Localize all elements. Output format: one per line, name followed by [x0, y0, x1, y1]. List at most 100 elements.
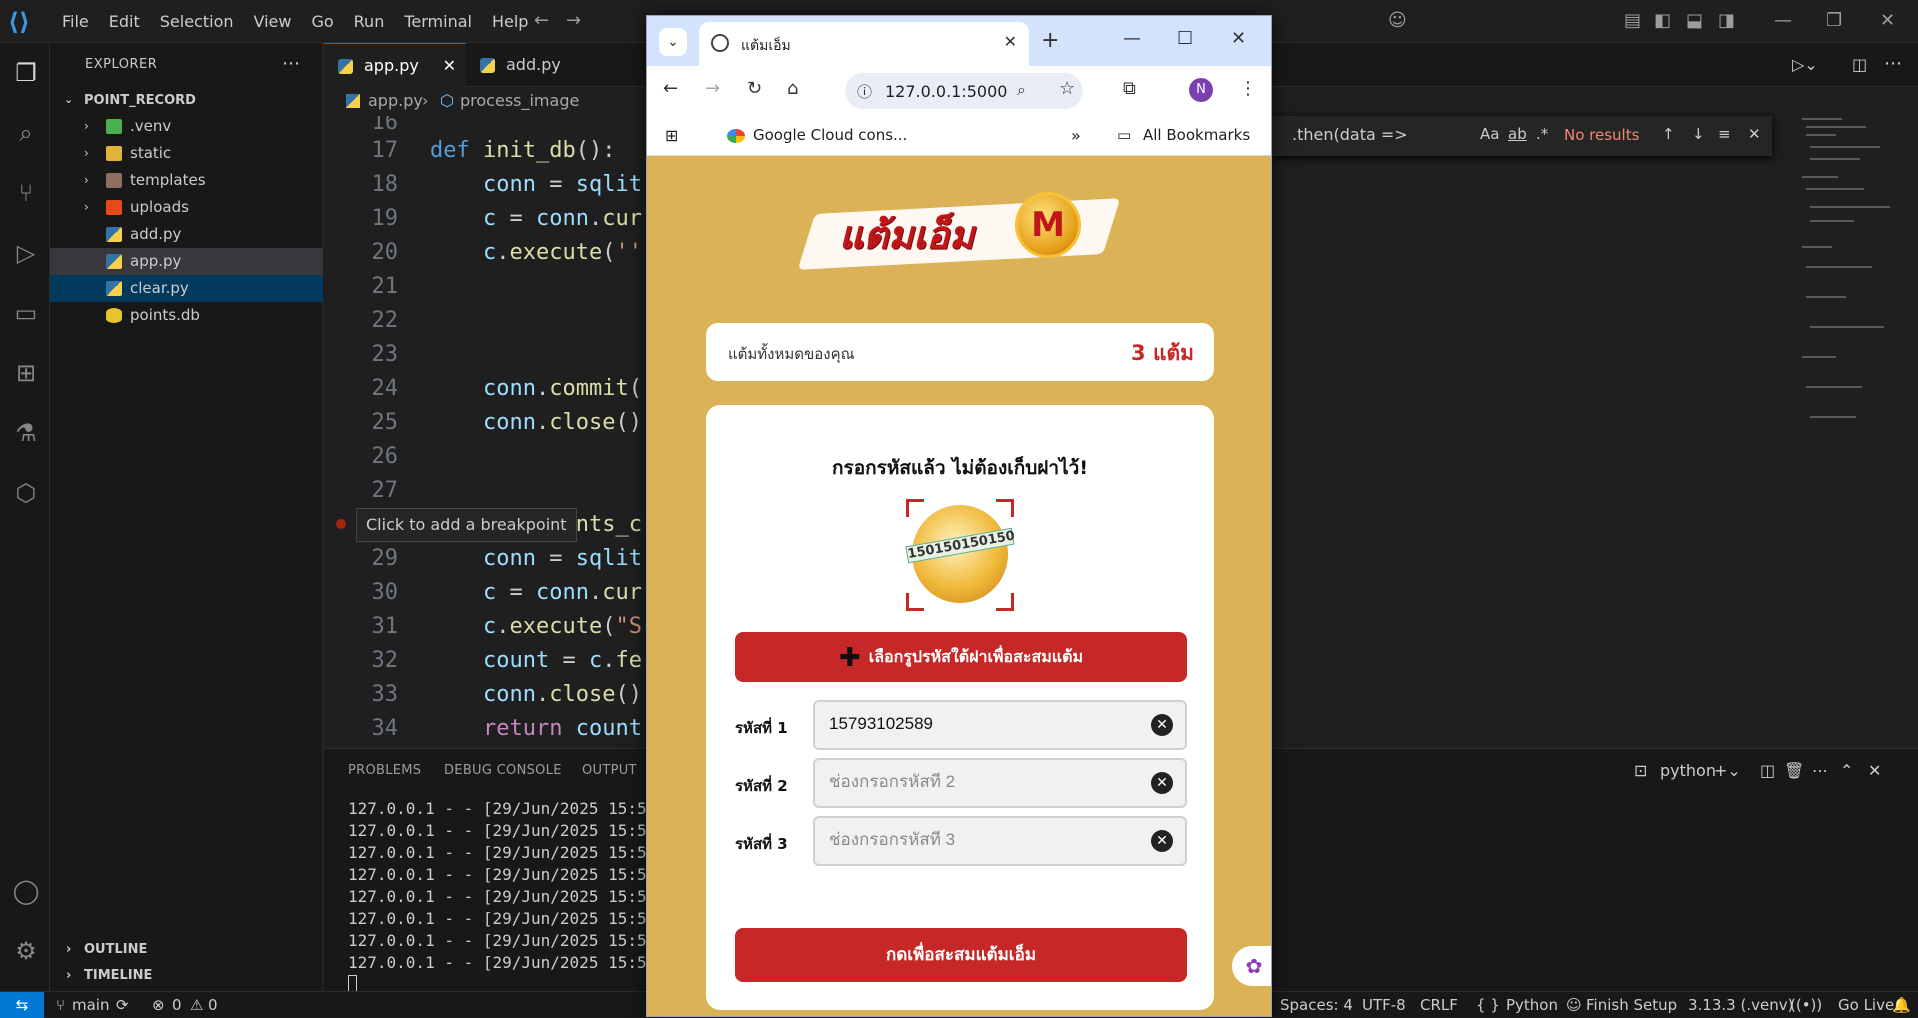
extensions-icon[interactable]: ⊞ [12, 359, 40, 387]
zoom-icon[interactable]: ⌕ [1017, 80, 1026, 100]
run-file-icon[interactable]: ▷⌄ [1792, 55, 1818, 74]
tree-item-uploads[interactable]: › uploads [50, 194, 323, 221]
breadcrumb-file[interactable]: app.py [368, 88, 423, 114]
accounts-icon[interactable]: ◯ [12, 877, 40, 905]
minimap[interactable] [1798, 116, 1898, 436]
code-2-input[interactable] [829, 772, 1139, 792]
sync-icon[interactable]: ⟳ [116, 992, 129, 1018]
encoding-status[interactable]: UTF-8 [1362, 992, 1406, 1018]
menu-go[interactable]: Go [301, 12, 343, 31]
tree-item-templates[interactable]: › templates [50, 167, 323, 194]
timeline-section[interactable]: › TIMELINE [50, 963, 323, 989]
menu-help[interactable]: Help [482, 12, 538, 31]
tree-item-clear-py[interactable]: clear.py [50, 275, 323, 302]
tree-item-app-py[interactable]: app.py [50, 248, 323, 275]
back-icon[interactable]: ← [663, 78, 678, 99]
language-status[interactable]: Python [1506, 992, 1558, 1018]
close-find-icon[interactable]: ✕ [1748, 125, 1761, 143]
explorer-icon[interactable]: ❐ [12, 59, 40, 87]
menu-edit[interactable]: Edit [99, 12, 150, 31]
source-control-icon[interactable]: ⑂ [12, 179, 40, 207]
breadcrumb-symbol[interactable]: process_image [460, 88, 579, 114]
root-folder[interactable]: ⌄ POINT_RECORD [50, 89, 323, 113]
copilot-icon[interactable]: ☺ [1388, 10, 1407, 31]
tree-item-points-db[interactable]: points.db [50, 302, 323, 329]
apps-grid-icon[interactable]: ⊞ [665, 126, 678, 145]
split-editor-icon[interactable]: ◫ [1852, 55, 1867, 74]
interpreter-status[interactable]: 3.13.3 (.venv) [1688, 992, 1793, 1018]
tab-add-py[interactable]: add.py [466, 43, 616, 87]
browser-tab-active[interactable]: แต้มเอ็ม ✕ [699, 22, 1029, 66]
browser-menu-icon[interactable]: ⋮ [1239, 78, 1257, 99]
menu-file[interactable]: File [52, 12, 99, 31]
clear-code-2-icon[interactable]: ✕ [1151, 772, 1173, 794]
menu-terminal[interactable]: Terminal [394, 12, 482, 31]
extensions-icon[interactable]: ⧉ [1123, 78, 1136, 99]
find-input[interactable]: .then(data => [1292, 125, 1408, 144]
maximize-icon[interactable]: ☐ [1177, 28, 1193, 49]
notifications-bell-icon[interactable]: 🔔 [1892, 992, 1911, 1018]
split-terminal-icon[interactable]: ◫ [1760, 761, 1775, 780]
close-window-icon[interactable]: ✕ [1880, 10, 1895, 31]
regex-toggle[interactable]: .* [1536, 125, 1548, 143]
close-window-icon[interactable]: ✕ [1231, 28, 1246, 49]
outline-section[interactable]: › OUTLINE [50, 937, 323, 963]
branch-name[interactable]: main [72, 992, 109, 1018]
menu-run[interactable]: Run [344, 12, 395, 31]
tree-item-static[interactable]: › static [50, 140, 323, 167]
next-match-icon[interactable]: ↓ [1692, 125, 1705, 143]
forward-arrow-icon[interactable]: → [566, 10, 581, 31]
close-panel-icon[interactable]: ✕ [1868, 761, 1881, 780]
menu-view[interactable]: View [244, 12, 302, 31]
indentation-status[interactable]: Spaces: 4 [1280, 992, 1353, 1018]
layout-icon[interactable]: ▤ [1624, 10, 1641, 31]
toggle-sidebar-icon[interactable]: ◧ [1654, 10, 1671, 31]
new-terminal-icon[interactable]: +⌄ [1714, 761, 1741, 780]
tab-app-py[interactable]: app.py ✕ [324, 43, 466, 87]
breakpoint-hint-icon[interactable] [336, 519, 346, 529]
match-case-toggle[interactable]: Aa [1480, 125, 1499, 143]
submit-points-button[interactable]: กดเพื่อสะสมแต้มเอ็ม [735, 928, 1187, 982]
code-3-input[interactable] [829, 830, 1139, 850]
finish-setup-status[interactable]: Finish Setup [1586, 992, 1677, 1018]
reload-icon[interactable]: ↻ [747, 78, 762, 99]
search-icon[interactable]: ⌕ [12, 119, 40, 147]
forward-icon[interactable]: → [705, 78, 720, 99]
testing-icon[interactable]: ⚗ [12, 419, 40, 447]
clear-code-1-icon[interactable]: ✕ [1151, 714, 1173, 736]
eol-status[interactable]: CRLF [1420, 992, 1458, 1018]
run-debug-icon[interactable]: ▷ [12, 239, 40, 267]
toggle-secondary-sidebar-icon[interactable]: ◨ [1718, 10, 1735, 31]
tree-item-add-py[interactable]: add.py [50, 221, 323, 248]
warning-count[interactable]: 0 [208, 992, 218, 1018]
go-live-status[interactable]: Go Live [1838, 992, 1894, 1018]
find-in-selection-icon[interactable]: ≡ [1718, 125, 1731, 143]
remote-explorer-icon[interactable]: ▭ [12, 299, 40, 327]
toggle-panel-icon[interactable]: ⬓ [1686, 10, 1703, 31]
kill-terminal-icon[interactable]: 🗑 [1784, 761, 1804, 780]
menu-selection[interactable]: Selection [150, 12, 244, 31]
maximize-panel-icon[interactable]: ⌃ [1840, 761, 1853, 780]
remote-icon[interactable]: ⇆ [0, 992, 44, 1018]
previous-match-icon[interactable]: ↑ [1662, 125, 1675, 143]
upload-image-button[interactable]: ✚ เลือกรูปรหัสใต้ฝาเพื่อสะสมแต้ม [735, 632, 1187, 682]
floating-assistant-icon[interactable]: ✿ [1232, 946, 1271, 986]
tree-item-venv[interactable]: › .venv [50, 113, 323, 140]
restore-icon[interactable]: ❐ [1826, 10, 1842, 31]
close-tab-icon[interactable]: ✕ [1004, 32, 1017, 51]
clear-code-3-icon[interactable]: ✕ [1151, 830, 1173, 852]
minimize-icon[interactable]: — [1123, 28, 1141, 49]
profile-avatar[interactable]: N [1189, 78, 1213, 102]
containers-icon[interactable]: ⬡ [12, 479, 40, 507]
error-count[interactable]: 0 [172, 992, 182, 1018]
back-arrow-icon[interactable]: ← [534, 10, 549, 31]
bookmark-google-cloud[interactable]: Google Cloud cons... [753, 126, 907, 144]
more-bookmarks-icon[interactable]: » [1071, 126, 1081, 145]
all-bookmarks[interactable]: All Bookmarks [1143, 126, 1250, 144]
more-panel-actions-icon[interactable]: ⋯ [1812, 761, 1828, 780]
new-tab-icon[interactable]: + [1041, 28, 1059, 53]
settings-gear-icon[interactable]: ⚙ [12, 937, 40, 965]
tab-search-icon[interactable]: ⌄ [659, 28, 687, 56]
tab-problems[interactable]: PROBLEMS [348, 763, 421, 778]
terminal-name[interactable]: python [1660, 761, 1716, 780]
